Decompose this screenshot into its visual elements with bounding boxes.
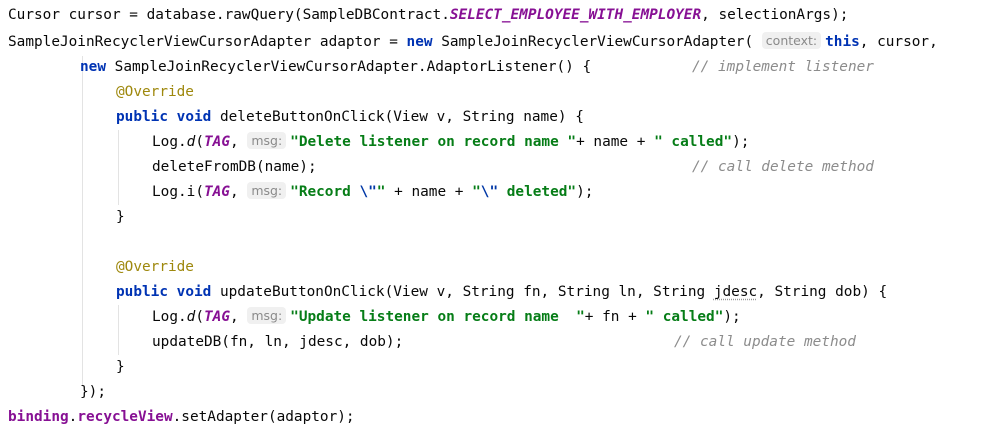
keyword-void: void	[176, 284, 212, 300]
code-text: );	[723, 309, 741, 325]
code-text: );	[576, 184, 594, 200]
code-text: + fn +	[584, 309, 646, 325]
annotation-override: @Override	[116, 259, 194, 275]
indent-guide	[82, 56, 83, 386]
keyword-this: this	[825, 34, 860, 50]
typo-warning-jdesc: jdesc	[713, 284, 758, 300]
code-text: ,	[230, 309, 248, 325]
keyword-new: new	[80, 59, 106, 75]
string-literal: "Update listener on record name "	[290, 309, 585, 325]
code-line-3[interactable]: new SampleJoinRecyclerViewCursorAdapter.…	[80, 55, 591, 80]
keyword-public: public	[116, 109, 168, 125]
indent-guide	[118, 305, 119, 355]
code-line-13[interactable]: Log.d(TAG, msg: "Update listener on recor…	[152, 305, 741, 330]
code-text: deleteButtonOnClick(View v, String name)…	[211, 109, 584, 125]
closing-brace: }	[116, 359, 125, 375]
code-text: Cursor cursor = database.rawQuery(Sample…	[8, 7, 450, 23]
code-line-7[interactable]: deleteFromDB(name);	[152, 155, 317, 180]
code-text: Log.	[152, 309, 187, 325]
keyword-void: void	[176, 109, 212, 125]
code-text: .setAdapter(adaptor);	[172, 409, 355, 425]
code-line-6[interactable]: Log.d(TAG, msg: "Delete listener on recor…	[152, 130, 749, 155]
code-text: , String dob) {	[757, 284, 888, 300]
code-text: SampleJoinRecyclerViewCursorAdapter.Adap…	[106, 59, 592, 75]
param-hint-msg: msg:	[247, 132, 287, 149]
code-text: ,	[229, 184, 248, 200]
code-line-8[interactable]: Log.i(TAG, msg: "Record \"" + name + "\" …	[152, 180, 593, 205]
param-hint-msg: msg:	[247, 307, 287, 324]
code-text: );	[732, 134, 750, 150]
code-text: + name +	[385, 184, 473, 200]
string-literal: " called"	[645, 309, 724, 325]
comment-implement-listener: // implement listener	[692, 59, 874, 75]
constant-tag: TAG	[204, 134, 230, 150]
code-line-14[interactable]: updateDB(fn, ln, jdesc, dob);	[152, 330, 403, 355]
code-line-5[interactable]: public void deleteButtonOnClick(View v, …	[116, 105, 584, 130]
string-literal: " called"	[654, 134, 733, 150]
string-literal: deleted"	[498, 184, 577, 200]
code-text: Log.	[152, 134, 187, 150]
constant-select-employee: SELECT_EMPLOYEE_WITH_EMPLOYER	[449, 7, 702, 23]
annotation-override: @Override	[116, 84, 194, 100]
code-line-1[interactable]: Cursor cursor = database.rawQuery(Sample…	[8, 3, 848, 28]
code-line-12[interactable]: public void updateButtonOnClick(View v, …	[116, 280, 887, 305]
code-text: SampleJoinRecyclerViewCursorAdapter adap…	[8, 34, 407, 50]
code-line-16[interactable]: });	[80, 380, 106, 405]
code-text: SampleJoinRecyclerViewCursorAdapter(	[432, 34, 754, 50]
param-hint-context: context:	[761, 32, 822, 49]
code-editor[interactable]: Cursor cursor = database.rawQuery(Sample…	[0, 0, 994, 435]
code-text: , cursor,	[859, 34, 938, 50]
comment-call-delete: // call delete method	[692, 159, 874, 175]
code-text: updateButtonOnClick(View v, String fn, S…	[211, 284, 714, 300]
escape-sequence: \"	[480, 184, 499, 200]
keyword-new: new	[406, 34, 433, 50]
constant-tag: TAG	[203, 184, 230, 200]
closing-brace: }	[116, 209, 125, 225]
code-line-2[interactable]: SampleJoinRecyclerViewCursorAdapter adap…	[8, 30, 938, 55]
code-text: + name +	[576, 134, 655, 150]
comment-call-update: // call update method	[674, 334, 856, 350]
string-literal: "Record	[290, 184, 360, 200]
code-text: ,	[230, 134, 248, 150]
code-text: (	[195, 309, 204, 325]
keyword-public: public	[116, 284, 168, 300]
escape-sequence: \"	[359, 184, 377, 200]
code-text: (	[195, 134, 204, 150]
code-text: Log.i(	[152, 184, 204, 200]
code-text: , selectionArgs);	[701, 7, 849, 23]
field-binding: binding	[8, 409, 69, 425]
string-literal: "Delete listener on record name "	[290, 134, 577, 150]
field-recycle-view: recycleView	[77, 409, 173, 425]
indent-guide	[118, 130, 119, 205]
string-literal: "	[472, 184, 481, 200]
param-hint-msg: msg:	[247, 182, 287, 199]
constant-tag: TAG	[204, 309, 230, 325]
code-line-17[interactable]: binding.recycleView.setAdapter(adaptor);	[8, 405, 355, 430]
